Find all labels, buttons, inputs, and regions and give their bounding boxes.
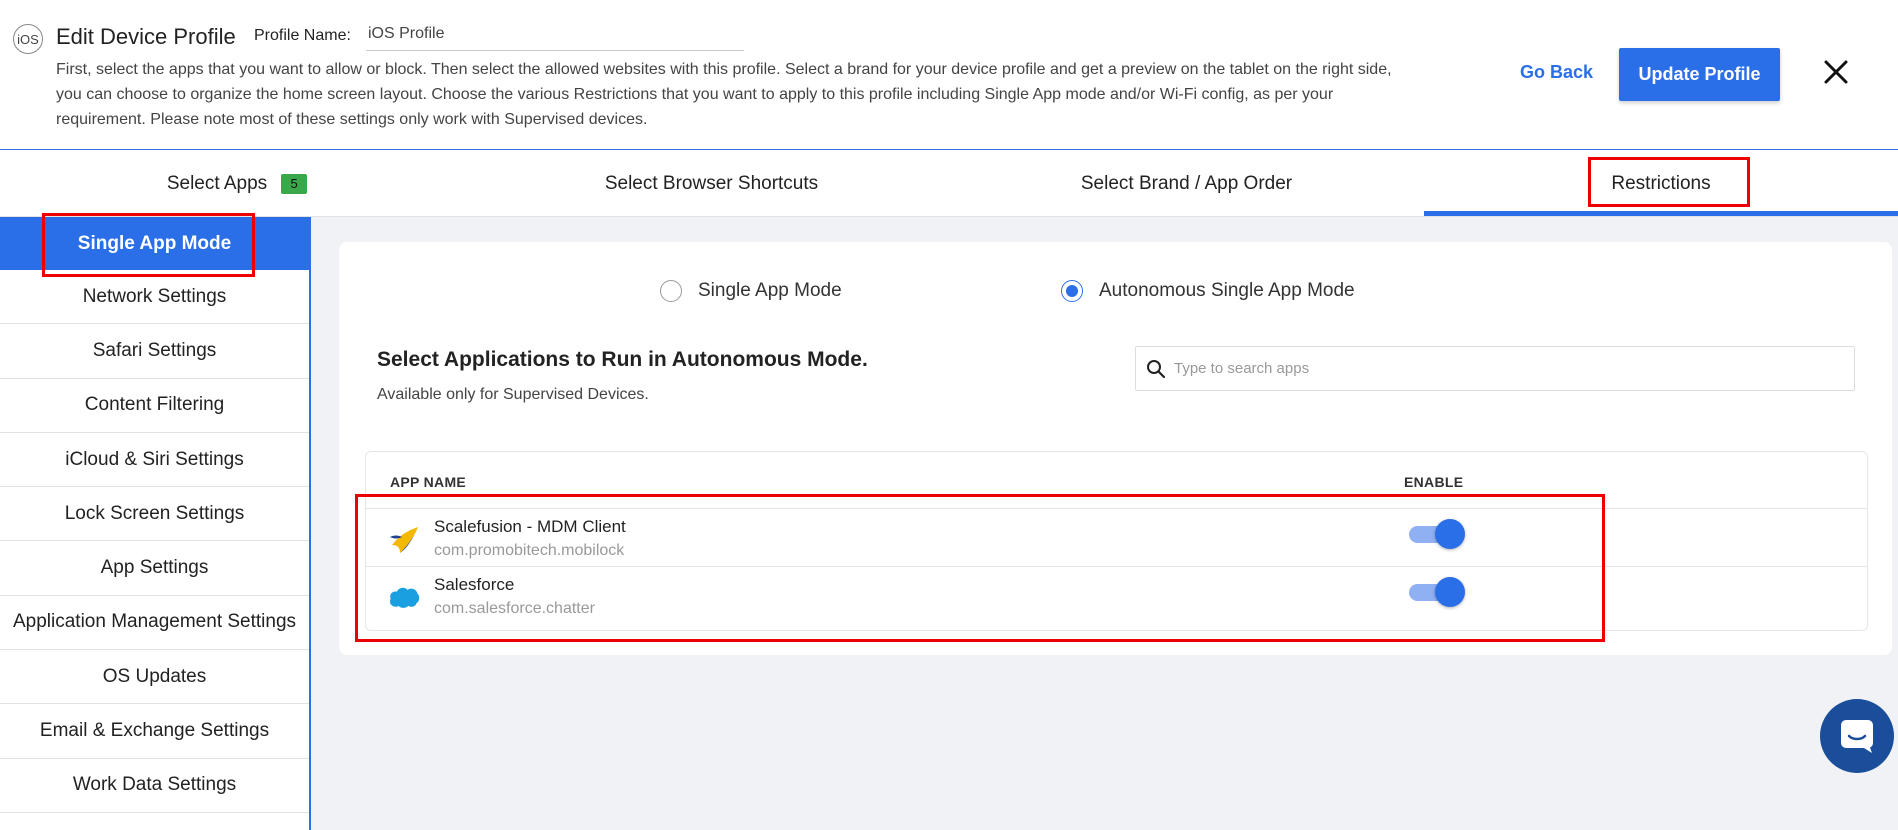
radio-single-app-mode[interactable]: Single App Mode [660, 280, 842, 302]
column-header-app-name: APP NAME [390, 474, 467, 490]
sidebar-item-safari-settings[interactable]: Safari Settings [0, 324, 309, 379]
chat-launcher[interactable] [1820, 699, 1894, 773]
profile-name-field[interactable]: iOS Profile [366, 25, 744, 51]
sidebar-item-work-data-settings[interactable]: Work Data Settings [0, 759, 309, 813]
tab-label: Select Brand / App Order [1080, 172, 1293, 194]
restrictions-sidebar: Single App Mode Network Settings Safari … [0, 217, 311, 830]
go-back-link[interactable]: Go Back [1520, 62, 1593, 83]
sidebar-item-lock-screen-settings[interactable]: Lock Screen Settings [0, 487, 309, 542]
tab-restrictions[interactable]: Restrictions [1424, 150, 1898, 217]
apps-table: APP NAME ENABLE Scalefusion - MDM Client… [365, 451, 1868, 631]
toggle-knob [1435, 519, 1465, 549]
app-search-box[interactable] [1135, 346, 1855, 391]
active-tab-indicator [1424, 211, 1898, 216]
ios-icon: iOS [13, 24, 43, 54]
sidebar-item-content-filtering[interactable]: Content Filtering [0, 379, 309, 433]
tab-label: Select Apps [166, 172, 268, 194]
table-row: Scalefusion - MDM Client com.promobitech… [366, 508, 1867, 566]
page-header: iOS Edit Device Profile Profile Name: iO… [0, 0, 1898, 150]
close-icon[interactable] [1820, 56, 1852, 88]
section-title: Select Applications to Run in Autonomous… [377, 348, 868, 371]
tab-select-browser-shortcuts[interactable]: Select Browser Shortcuts [474, 150, 949, 217]
page-description: First, select the apps that you want to … [56, 61, 1392, 128]
tab-label: Restrictions [1611, 172, 1711, 194]
sidebar-item-icloud-siri-settings[interactable]: iCloud & Siri Settings [0, 433, 309, 488]
sidebar-item-application-management-settings[interactable]: Application Management Settings [0, 596, 309, 651]
sidebar-item-single-app-mode[interactable]: Single App Mode [0, 217, 309, 270]
tab-select-apps[interactable]: Select Apps 5 [0, 150, 474, 217]
radio-autonomous-single-app-mode[interactable]: Autonomous Single App Mode [1061, 280, 1355, 302]
app-package: com.salesforce.chatter [434, 600, 595, 617]
radio-button[interactable] [660, 280, 682, 302]
tab-label: Select Browser Shortcuts [604, 172, 819, 194]
tab-select-brand-app-order[interactable]: Select Brand / App Order [949, 150, 1424, 217]
app-name: Salesforce [434, 575, 515, 594]
search-input[interactable] [1174, 360, 1834, 377]
scalefusion-icon [390, 527, 418, 553]
sidebar-item-email-exchange-settings[interactable]: Email & Exchange Settings [0, 704, 309, 759]
enable-toggle[interactable] [1409, 519, 1465, 549]
search-icon [1147, 359, 1166, 378]
tab-bar: Select Apps 5 Select Browser Shortcuts S… [0, 150, 1898, 217]
app-name: Scalefusion - MDM Client [434, 517, 626, 536]
radio-button-selected[interactable] [1061, 280, 1083, 302]
sidebar-item-app-settings[interactable]: App Settings [0, 541, 309, 596]
radio-label: Autonomous Single App Mode [1099, 280, 1355, 301]
profile-name-label: Profile Name: [254, 27, 351, 44]
table-row: Salesforce com.salesforce.chatter [366, 566, 1867, 624]
app-package: com.promobitech.mobilock [434, 542, 625, 559]
sidebar-item-network-settings[interactable]: Network Settings [0, 270, 309, 325]
page-title: Edit Device Profile [56, 24, 236, 49]
enable-toggle[interactable] [1409, 577, 1465, 607]
salesforce-cloud-icon [390, 587, 420, 608]
apps-count-badge: 5 [281, 173, 308, 194]
section-subtitle: Available only for Supervised Devices. [377, 386, 649, 403]
toggle-knob [1435, 577, 1465, 607]
radio-label: Single App Mode [698, 280, 842, 301]
update-profile-button[interactable]: Update Profile [1619, 48, 1780, 101]
sidebar-item-os-updates[interactable]: OS Updates [0, 650, 309, 705]
chat-icon [1841, 720, 1873, 753]
column-header-enable: ENABLE [1404, 474, 1464, 490]
